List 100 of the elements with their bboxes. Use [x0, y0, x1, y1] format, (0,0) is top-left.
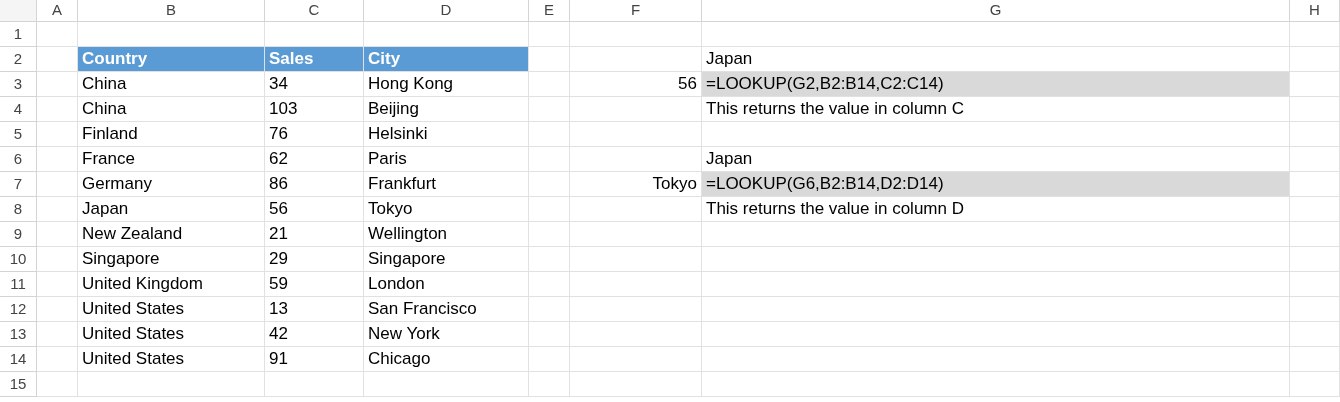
column-header[interactable]: A: [37, 0, 78, 22]
row-header[interactable]: 10: [0, 247, 37, 272]
table-cell: This returns the value in column D: [702, 197, 1290, 222]
table-cell: Singapore: [78, 247, 265, 272]
table-cell: 34: [265, 72, 364, 97]
table-cell: [37, 247, 78, 272]
table-cell: China: [78, 72, 265, 97]
table-cell: Sales: [265, 47, 364, 72]
table-cell: [37, 322, 78, 347]
table-cell: [1290, 147, 1340, 172]
column-header[interactable]: B: [78, 0, 265, 22]
column-header[interactable]: H: [1290, 0, 1340, 22]
table-cell: Wellington: [364, 222, 529, 247]
table-cell: Paris: [364, 147, 529, 172]
table-cell: [529, 372, 570, 397]
table-cell: London: [364, 272, 529, 297]
row-header[interactable]: 11: [0, 272, 37, 297]
table-cell: 86: [265, 172, 364, 197]
table-cell: [37, 197, 78, 222]
column-header[interactable]: D: [364, 0, 529, 22]
table-cell: [1290, 297, 1340, 322]
table-cell: [1290, 322, 1340, 347]
table-cell: [529, 247, 570, 272]
table-cell: [1290, 47, 1340, 72]
table-cell: 56: [265, 197, 364, 222]
row-header[interactable]: 12: [0, 297, 37, 322]
table-cell: [529, 47, 570, 72]
row-header[interactable]: 15: [0, 372, 37, 397]
table-cell: [1290, 122, 1340, 147]
row-header[interactable]: 14: [0, 347, 37, 372]
table-cell: [529, 22, 570, 47]
row-header[interactable]: 3: [0, 72, 37, 97]
row-header[interactable]: 9: [0, 222, 37, 247]
table-cell: [37, 22, 78, 47]
table-cell: Japan: [78, 197, 265, 222]
select-all-corner[interactable]: [0, 0, 37, 22]
table-cell: City: [364, 47, 529, 72]
table-cell: [37, 372, 78, 397]
table-cell: [529, 72, 570, 97]
table-cell: [1290, 172, 1340, 197]
table-cell: This returns the value in column C: [702, 97, 1290, 122]
row-header[interactable]: 2: [0, 47, 37, 72]
row-header[interactable]: 8: [0, 197, 37, 222]
table-cell: New York: [364, 322, 529, 347]
table-cell: Germany: [78, 172, 265, 197]
table-cell: =LOOKUP(G2,B2:B14,C2:C14): [702, 72, 1290, 97]
table-cell: [529, 122, 570, 147]
table-cell: [1290, 97, 1340, 122]
row-header[interactable]: 1: [0, 22, 37, 47]
row-header[interactable]: 6: [0, 147, 37, 172]
table-cell: Beijing: [364, 97, 529, 122]
table-cell: [529, 97, 570, 122]
table-cell: [1290, 372, 1340, 397]
column-header[interactable]: C: [265, 0, 364, 22]
table-cell: 21: [265, 222, 364, 247]
row-header[interactable]: 7: [0, 172, 37, 197]
table-cell: [529, 322, 570, 347]
table-cell: 91: [265, 347, 364, 372]
table-cell: Helsinki: [364, 122, 529, 147]
table-cell: [1290, 197, 1340, 222]
row-header[interactable]: 4: [0, 97, 37, 122]
table-cell: 76: [265, 122, 364, 147]
table-cell: [1290, 272, 1340, 297]
table-cell: Hong Kong: [364, 72, 529, 97]
table-cell: Frankfurt: [364, 172, 529, 197]
table-cell: [1290, 247, 1340, 272]
table-cell: [529, 222, 570, 247]
table-cell: [37, 272, 78, 297]
table-cell: Finland: [78, 122, 265, 147]
column-header[interactable]: F: [570, 0, 702, 22]
row-header[interactable]: 5: [0, 122, 37, 147]
table-cell: [529, 197, 570, 222]
table-cell: [37, 122, 78, 147]
table-cell: [37, 97, 78, 122]
table-cell: United Kingdom: [78, 272, 265, 297]
table-cell: [529, 272, 570, 297]
table-cell: 62: [265, 147, 364, 172]
table-cell: [1290, 72, 1340, 97]
column-header[interactable]: G: [702, 0, 1290, 22]
table-cell: [529, 172, 570, 197]
table-cell: Tokyo: [364, 197, 529, 222]
table-cell: [37, 222, 78, 247]
table-cell: 59: [265, 272, 364, 297]
table-cell: 103: [265, 97, 364, 122]
row-header[interactable]: 13: [0, 322, 37, 347]
table-cell: France: [78, 147, 265, 172]
table-cell: =LOOKUP(G6,B2:B14,D2:D14): [702, 172, 1290, 197]
table-cell: San Francisco: [364, 297, 529, 322]
table-cell: [529, 347, 570, 372]
table-cell: [1290, 222, 1340, 247]
table-cell: [37, 347, 78, 372]
table-cell: United States: [78, 322, 265, 347]
table-cell: China: [78, 97, 265, 122]
table-cell: [37, 72, 78, 97]
table-cell: Chicago: [364, 347, 529, 372]
table-cell: [1290, 347, 1340, 372]
table-cell: 13: [265, 297, 364, 322]
table-cell: [529, 297, 570, 322]
table-cell: 42: [265, 322, 364, 347]
column-header[interactable]: E: [529, 0, 570, 22]
